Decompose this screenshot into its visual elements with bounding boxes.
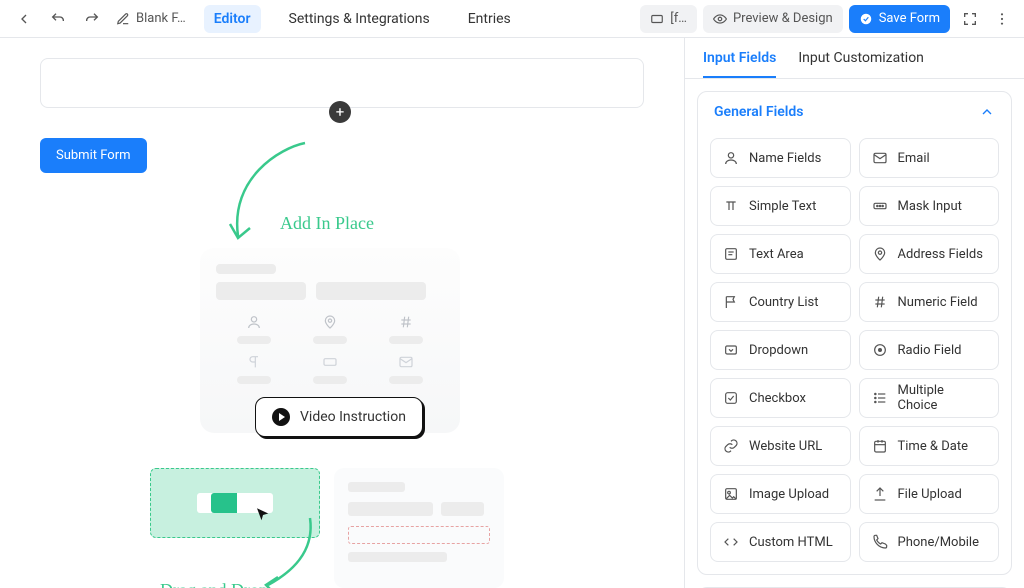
- shortcode-button[interactable]: [f…: [640, 5, 697, 33]
- list-icon: [872, 390, 888, 406]
- field-dropdown[interactable]: Dropdown: [710, 330, 851, 370]
- field-file-upload[interactable]: File Upload: [859, 474, 1000, 514]
- hash-icon: [398, 314, 414, 330]
- skeleton-panel: [334, 468, 504, 588]
- mask-icon: [872, 198, 888, 214]
- form-title-text: Blank F…: [136, 11, 186, 26]
- field-time-date[interactable]: Time & Date: [859, 426, 1000, 466]
- field-custom-html[interactable]: Custom HTML: [710, 522, 851, 562]
- placeholder-illustration: Video Instruction: [200, 248, 460, 433]
- tab-input-fields[interactable]: Input Fields: [703, 50, 776, 78]
- eye-icon: [713, 12, 727, 26]
- check-circle-icon: [859, 12, 873, 26]
- field-text-area[interactable]: Text Area: [710, 234, 851, 274]
- dropdown-icon: [723, 342, 739, 358]
- field-name-fields[interactable]: Name Fields: [710, 138, 851, 178]
- more-menu[interactable]: [990, 5, 1014, 33]
- video-instruction-button[interactable]: Video Instruction: [255, 397, 423, 437]
- user-icon: [246, 314, 262, 330]
- right-tabs: Input Fields Input Customization: [685, 38, 1024, 79]
- code-icon: [723, 534, 739, 550]
- field-image-upload[interactable]: Image Upload: [710, 474, 851, 514]
- preview-button[interactable]: Preview & Design: [703, 5, 843, 33]
- field-website-url[interactable]: Website URL: [710, 426, 851, 466]
- link-icon: [723, 438, 739, 454]
- tab-input-customization[interactable]: Input Customization: [798, 50, 924, 78]
- topbar: Blank F… Editor Settings & Integrations …: [0, 0, 1024, 38]
- field-phone-mobile[interactable]: Phone/Mobile: [859, 522, 1000, 562]
- field-mask-input[interactable]: Mask Input: [859, 186, 1000, 226]
- submit-button[interactable]: Submit Form: [40, 138, 147, 173]
- tab-settings[interactable]: Settings & Integrations: [279, 5, 440, 33]
- checkbox-icon: [723, 390, 739, 406]
- paragraph-icon: [246, 354, 262, 370]
- hash-icon: [872, 294, 888, 310]
- text-icon: [723, 198, 739, 214]
- field-checkbox[interactable]: Checkbox: [710, 378, 851, 418]
- redo-button[interactable]: [78, 5, 106, 33]
- field-numeric-field[interactable]: Numeric Field: [859, 282, 1000, 322]
- upload-icon: [872, 486, 888, 502]
- textarea-icon: [723, 246, 739, 262]
- user-icon: [723, 150, 739, 166]
- flag-icon: [723, 294, 739, 310]
- shortcode-icon: [650, 12, 664, 26]
- section-general-fields: General Fields Name FieldsEmailSimple Te…: [697, 91, 1012, 575]
- pin-icon: [872, 246, 888, 262]
- chevron-up-icon: [979, 104, 995, 120]
- tab-editor[interactable]: Editor: [204, 5, 261, 33]
- image-icon: [723, 486, 739, 502]
- top-nav: Editor Settings & Integrations Entries: [204, 5, 521, 33]
- save-button[interactable]: Save Form: [849, 5, 950, 33]
- arrow-dnd: [260, 513, 320, 588]
- label-add-in-place: Add In Place: [280, 213, 374, 234]
- add-field-button[interactable]: +: [329, 101, 351, 123]
- label-dnd: Drag and Drop Element: [160, 580, 268, 588]
- radio-icon: [872, 342, 888, 358]
- pencil-icon: [116, 12, 130, 26]
- canvas: + Submit Form Add In Place: [0, 38, 684, 588]
- fullscreen-button[interactable]: [956, 5, 984, 33]
- field-email[interactable]: Email: [859, 138, 1000, 178]
- back-button[interactable]: [10, 5, 38, 33]
- phone-icon: [872, 534, 888, 550]
- field-radio-field[interactable]: Radio Field: [859, 330, 1000, 370]
- undo-button[interactable]: [44, 5, 72, 33]
- mail-icon: [398, 354, 414, 370]
- field-address-fields[interactable]: Address Fields: [859, 234, 1000, 274]
- mail-icon: [872, 150, 888, 166]
- field-simple-text[interactable]: Simple Text: [710, 186, 851, 226]
- calendar-icon: [872, 438, 888, 454]
- play-icon: [272, 408, 290, 426]
- field-country-list[interactable]: Country List: [710, 282, 851, 322]
- keyboard-icon: [322, 354, 338, 370]
- form-title[interactable]: Blank F…: [116, 11, 186, 26]
- dnd-illustration: [150, 468, 504, 588]
- form-canvas-card[interactable]: +: [40, 58, 644, 108]
- section-general-toggle[interactable]: General Fields: [698, 92, 1011, 132]
- tab-entries[interactable]: Entries: [458, 5, 521, 33]
- pin-icon: [322, 314, 338, 330]
- right-panel: Input Fields Input Customization General…: [684, 38, 1024, 588]
- field-multiple-choice[interactable]: Multiple Choice: [859, 378, 1000, 418]
